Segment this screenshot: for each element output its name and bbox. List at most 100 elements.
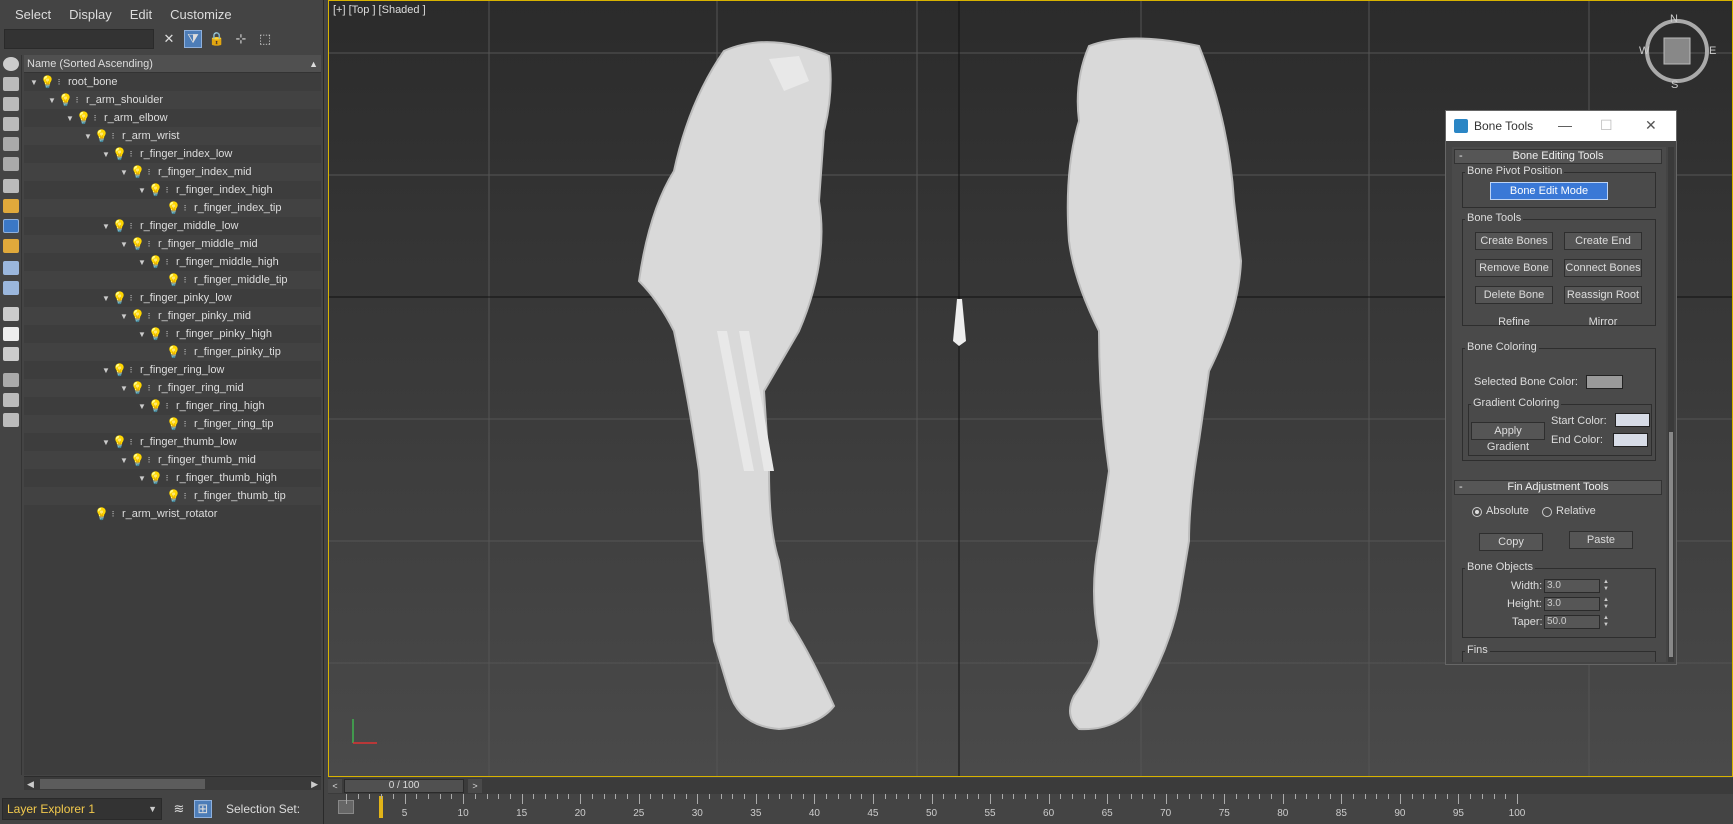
rollout-fin-adjustment-tools[interactable]: - Fin Adjustment Tools — [1454, 480, 1662, 495]
menu-display[interactable]: Display — [60, 7, 121, 22]
connect-bones-button[interactable]: Connect Bones — [1564, 259, 1642, 277]
expand-triangle-icon[interactable]: ▼ — [118, 384, 130, 393]
bone-edit-mode-button[interactable]: Bone Edit Mode — [1490, 182, 1608, 200]
tree-row[interactable]: ▼ 💡 ⁝ r_finger_index_high — [24, 181, 321, 199]
frame-display[interactable]: 0 / 100 — [344, 779, 464, 793]
visibility-bulb-icon[interactable]: 💡 — [130, 165, 145, 179]
expand-triangle-icon[interactable]: ▼ — [118, 456, 130, 465]
shape-filter-icon[interactable] — [3, 77, 19, 91]
delete-bone-button[interactable]: Delete Bone — [1475, 286, 1553, 304]
lock-icon[interactable]: 🔒 — [208, 30, 226, 48]
height-spinner-icon[interactable]: ▲ ▼ — [1601, 597, 1611, 611]
visibility-bulb-icon[interactable]: 💡 — [130, 237, 145, 251]
select-dependents-icon[interactable]: ⬚ — [256, 30, 274, 48]
mirror-button[interactable]: Mirror — [1564, 313, 1642, 331]
visibility-bulb-icon[interactable]: 💡 — [112, 219, 127, 233]
tree-row[interactable]: ▼ 💡 ⁝ r_finger_ring_mid — [24, 379, 321, 397]
tree-row[interactable]: ▼ 💡 ⁝ r_finger_ring_low — [24, 361, 321, 379]
visibility-bulb-icon[interactable]: 💡 — [40, 75, 55, 89]
scroll-left-icon[interactable]: ◀ — [27, 777, 34, 791]
remove-bone-button[interactable]: Remove Bone — [1475, 259, 1553, 277]
expand-triangle-icon[interactable]: ▼ — [136, 330, 148, 339]
paste-button[interactable]: Paste — [1569, 531, 1633, 549]
tree-row[interactable]: ▼ 💡 ⁝ r_finger_middle_mid — [24, 235, 321, 253]
taper-spinner-icon[interactable]: ▲ ▼ — [1601, 615, 1611, 629]
display-all-icon[interactable] — [3, 307, 19, 321]
tree-row[interactable]: ▼ 💡 ⁝ r_finger_pinky_mid — [24, 307, 321, 325]
layer-explorer-dropdown[interactable]: Layer Explorer 1 ▼ — [2, 798, 162, 820]
tree-row[interactable]: 💡 ⁝ r_finger_thumb_tip — [24, 487, 321, 505]
tree-row[interactable]: ▼ 💡 ⁝ r_arm_shoulder — [24, 91, 321, 109]
visibility-bulb-icon[interactable]: 💡 — [148, 255, 163, 269]
prev-frame-icon[interactable]: < — [328, 779, 342, 793]
create-bones-button[interactable]: Create Bones — [1475, 232, 1553, 250]
width-input[interactable]: 3.0 — [1544, 579, 1600, 593]
camera-filter-icon[interactable] — [3, 117, 19, 131]
tree-row[interactable]: ▼ 💡 ⁝ r_arm_elbow — [24, 109, 321, 127]
timeline-track[interactable]: 5 10 15 20 25 30 35 40 45 50 55 60 65 70 75 80 85 90 95 100 — [328, 794, 1733, 824]
maximize-icon[interactable]: ☐ — [1600, 117, 1613, 134]
visibility-bulb-icon[interactable]: 💡 — [148, 327, 163, 341]
select-children-icon[interactable]: ⊹ — [232, 30, 250, 48]
tree-row[interactable]: 💡 ⁝ r_finger_index_tip — [24, 199, 321, 217]
container-filter-icon[interactable] — [3, 239, 19, 253]
visibility-bulb-icon[interactable]: 💡 — [166, 201, 181, 215]
tree-row[interactable]: ▼ 💡 ⁝ r_finger_middle_low — [24, 217, 321, 235]
tree-row[interactable]: ▼ 💡 ⁝ r_finger_thumb_low — [24, 433, 321, 451]
expand-triangle-icon[interactable]: ▼ — [46, 96, 58, 105]
visibility-bulb-icon[interactable]: 💡 — [76, 111, 91, 125]
expand-triangle-icon[interactable]: ▼ — [118, 240, 130, 249]
light-filter-icon[interactable] — [3, 97, 19, 111]
funnel-icon[interactable] — [3, 373, 19, 387]
expand-triangle-icon[interactable]: ▼ — [28, 78, 40, 87]
invert-display-icon[interactable] — [3, 347, 19, 361]
time-slider[interactable]: < 0 / 100 > — [328, 778, 1733, 794]
expand-triangle-icon[interactable]: ▼ — [100, 222, 112, 231]
visibility-bulb-icon[interactable]: 💡 — [148, 183, 163, 197]
filter-icon[interactable]: ⧩ — [184, 30, 202, 48]
tree-row[interactable]: ▼ 💡 ⁝ r_finger_index_low — [24, 145, 321, 163]
menu-edit[interactable]: Edit — [121, 7, 161, 22]
tree-row[interactable]: ▼ 💡 ⁝ r_finger_ring_high — [24, 397, 321, 415]
hidden-filter-icon[interactable] — [3, 281, 19, 295]
time-cursor[interactable] — [379, 796, 383, 818]
tree-row[interactable]: 💡 ⁝ r_finger_ring_tip — [24, 415, 321, 433]
layers-icon[interactable]: ≋ — [170, 800, 188, 818]
visibility-bulb-icon[interactable]: 💡 — [130, 309, 145, 323]
selected-bone-color-swatch[interactable] — [1586, 375, 1623, 389]
next-frame-icon[interactable]: > — [468, 779, 482, 793]
expand-triangle-icon[interactable]: ▼ — [100, 150, 112, 159]
tree-row[interactable]: ▼ 💡 ⁝ r_finger_thumb_mid — [24, 451, 321, 469]
width-spinner-icon[interactable]: ▲ ▼ — [1601, 579, 1611, 593]
menu-select[interactable]: Select — [6, 7, 60, 22]
xref-filter-icon[interactable] — [3, 199, 19, 213]
minimize-icon[interactable]: — — [1558, 117, 1572, 133]
visibility-bulb-icon[interactable]: 💡 — [130, 381, 145, 395]
tree-row[interactable]: 💡 ⁝ r_finger_pinky_tip — [24, 343, 321, 361]
bone-tools-scroll-thumb[interactable] — [1669, 432, 1673, 657]
spacewarp-filter-icon[interactable] — [3, 157, 19, 171]
taper-input[interactable]: 50.0 — [1544, 615, 1600, 629]
expand-triangle-icon[interactable]: ▼ — [136, 474, 148, 483]
visibility-bulb-icon[interactable]: 💡 — [58, 93, 73, 107]
hierarchy-icon[interactable]: ⊞ — [194, 800, 212, 818]
expand-triangle-icon[interactable]: ▼ — [82, 132, 94, 141]
bone-tools-scrollbar[interactable] — [1668, 147, 1674, 662]
copy-button[interactable]: Copy — [1479, 533, 1543, 551]
rollout-bone-editing-tools[interactable]: - Bone Editing Tools — [1454, 149, 1662, 164]
tree-row[interactable]: ▼ 💡 ⁝ r_finger_pinky_low — [24, 289, 321, 307]
display-none-icon[interactable] — [3, 327, 19, 341]
reassign-root-button[interactable]: Reassign Root — [1564, 286, 1642, 304]
layer-list-icon[interactable] — [3, 393, 19, 407]
table-icon[interactable] — [3, 413, 19, 427]
refine-button[interactable]: Refine — [1475, 313, 1553, 331]
visibility-bulb-icon[interactable]: 💡 — [166, 345, 181, 359]
relative-radio[interactable] — [1542, 507, 1552, 517]
menu-customize[interactable]: Customize — [161, 7, 240, 22]
visibility-bulb-icon[interactable]: 💡 — [112, 147, 127, 161]
visibility-bulb-icon[interactable]: 💡 — [112, 291, 127, 305]
geometry-filter-icon[interactable] — [3, 57, 19, 71]
visibility-bulb-icon[interactable]: 💡 — [94, 129, 109, 143]
scroll-thumb[interactable] — [40, 779, 205, 789]
close-icon[interactable]: ✕ — [1645, 117, 1657, 134]
